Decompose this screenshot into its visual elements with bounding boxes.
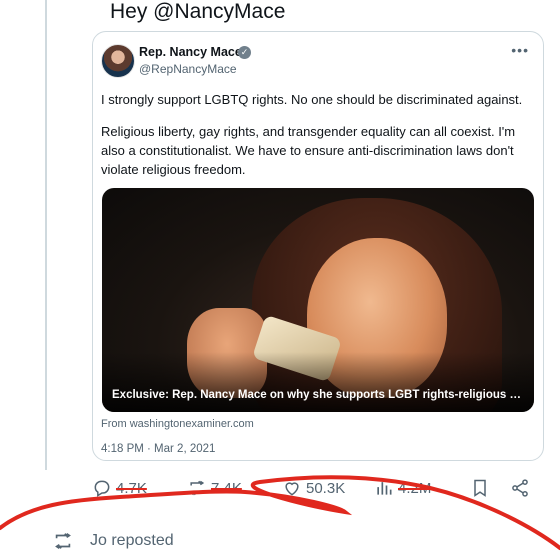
repost-icon [189,480,205,496]
tweet-body: I strongly support LGBTQ rights. No one … [101,90,537,192]
reply-count: 4.7K [116,479,147,497]
heart-icon [285,482,299,496]
repost-count: 7.4K [211,479,242,497]
tweet-paragraph: Religious liberty, gay rights, and trans… [101,124,516,177]
link-preview-image[interactable]: Exclusive: Rep. Nancy Mace on why she su… [102,188,534,412]
reply-icon [94,480,110,497]
tweet-paragraph: I strongly support LGBTQ rights. No one … [101,92,523,107]
bookmark-icon [474,479,486,497]
repost-notice-text: Jo reposted [90,532,174,549]
repost-button[interactable]: 7.4K [187,478,242,498]
repost-icon [55,532,71,550]
bookmark-button[interactable] [470,478,490,498]
link-source: From washingtonexaminer.com [101,418,254,430]
views-button[interactable]: 4.2M [374,478,431,498]
share-icon [512,479,528,497]
reply-text: Hey @NancyMace [110,0,286,23]
link-preview-caption[interactable]: Exclusive: Rep. Nancy Mace on why she su… [112,389,524,401]
avatar[interactable] [101,44,135,78]
thread-connector-line [45,0,47,470]
caption-gradient [102,352,534,412]
like-button[interactable]: 50.3K [282,478,345,498]
more-options-icon[interactable]: ••• [511,42,529,58]
verified-badge-icon: ✓ [238,46,251,59]
action-bar: 4.7K 7.4K 50.3K 4.2M [92,478,542,500]
share-button[interactable] [510,478,530,498]
views-count: 4.2M [398,479,432,497]
timestamp[interactable]: 4:18 PM · Mar 2, 2021 [101,443,215,455]
handle[interactable]: @RepNancyMace [139,62,237,76]
reply-button[interactable]: 4.7K [92,478,147,498]
views-chart-icon [377,482,392,495]
display-name[interactable]: Rep. Nancy Mace [139,45,242,59]
repost-notice[interactable]: Jo reposted [52,530,174,552]
quoted-tweet-card[interactable]: Rep. Nancy Mace ✓ @RepNancyMace ••• I st… [92,31,544,461]
like-count: 50.3K [306,479,346,497]
